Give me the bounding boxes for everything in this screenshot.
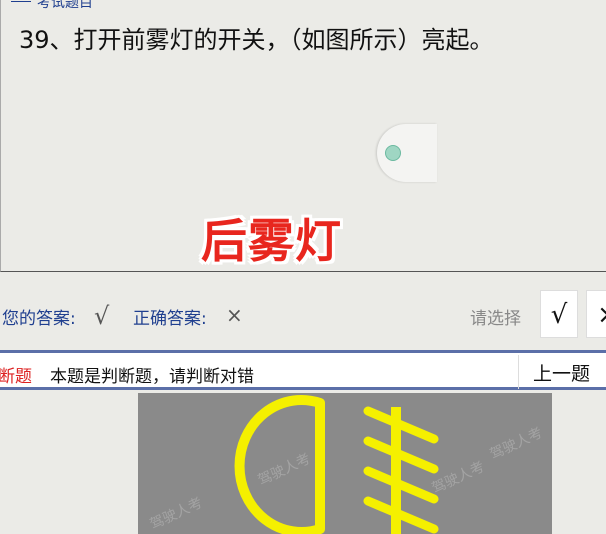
question-type-bar: 断题 本题是判断题，请判断对错 上一题 [0,350,606,390]
question-type-tag: 断题 [0,367,32,387]
your-answer-label: 您的答案: [2,309,76,329]
question-image: 驾驶人考 驾驶人考 驾驶人考 驾驶人考 [138,393,552,534]
stamp-label: 后雾灯 [201,214,342,268]
answer-row: 您的答案: √ 正确答案: × 请选择 √ × [0,290,606,342]
section-label: 考试题目 [37,0,93,11]
your-answer-check-icon: √ [94,302,110,330]
question-text: 39、打开前雾灯的开关，（如图所示）亮起。 [19,26,494,54]
question-panel: 考试题目 39、打开前雾灯的开关，（如图所示）亮起。 后雾灯 [0,0,606,272]
option-true-button[interactable]: √ [540,290,578,338]
choose-label: 请选择 [470,309,521,329]
question-type-description: 本题是判断题，请判断对错 [50,367,254,387]
previous-question-button[interactable]: 上一题 [518,355,606,389]
rear-fog-lamp-icon [234,395,439,534]
handle-dot-icon [385,145,401,161]
correct-answer-cross-icon: × [226,303,243,327]
option-false-button[interactable]: × [586,290,606,338]
correct-answer-label: 正确答案: [133,309,207,329]
side-drawer-handle[interactable] [377,124,437,182]
section-divider [11,1,31,2]
